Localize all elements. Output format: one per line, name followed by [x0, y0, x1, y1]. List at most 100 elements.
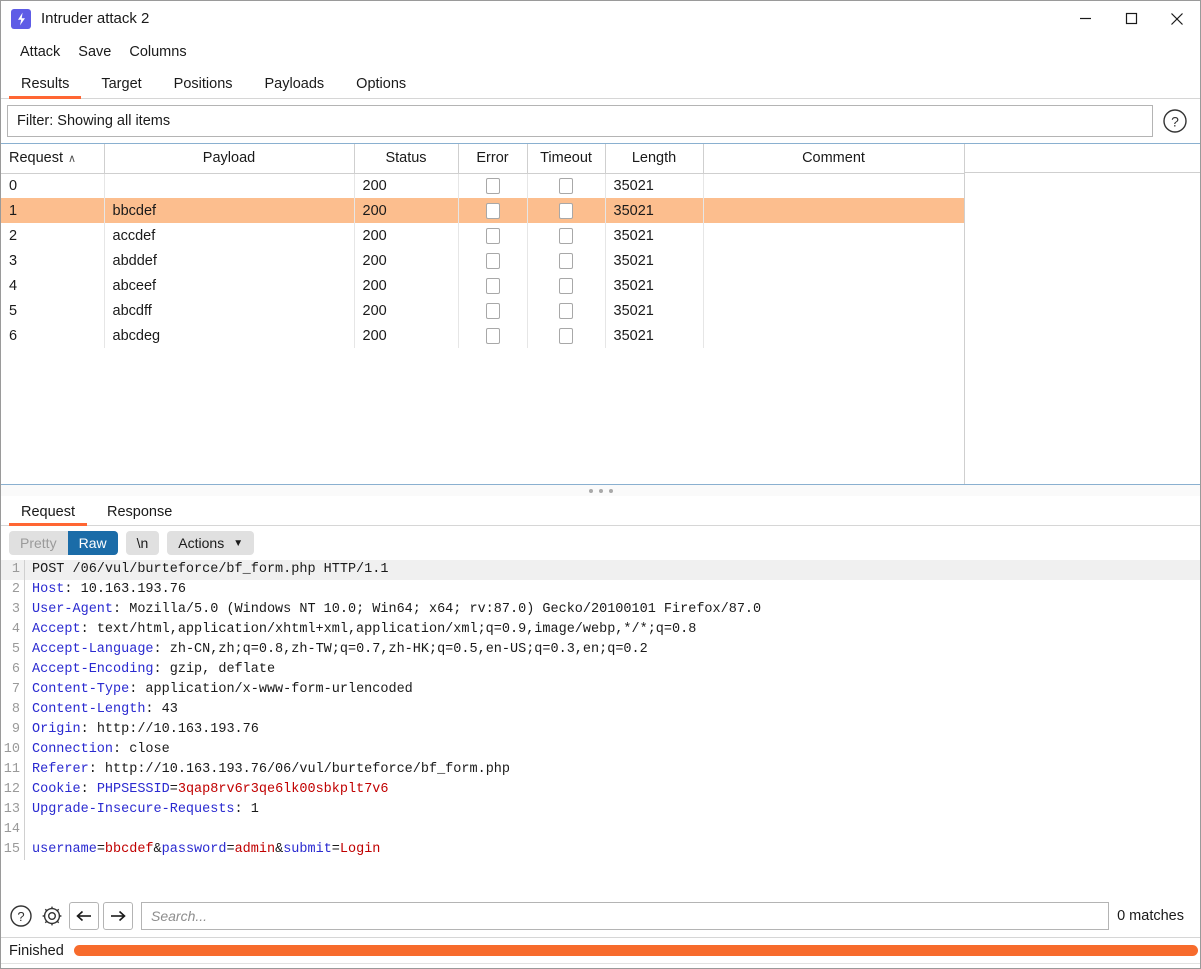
- cell-timeout: [527, 248, 606, 273]
- cell-comment: [703, 298, 965, 323]
- timeout-checkbox[interactable]: [559, 227, 573, 244]
- splitter-dot: [588, 488, 593, 493]
- table-row[interactable]: 4 abceef 200 35021: [1, 273, 965, 298]
- cell-comment: [703, 198, 965, 223]
- filter-bar: Filter: Showing all items ?: [1, 99, 1200, 143]
- cell-payload: abceef: [104, 273, 355, 298]
- minimize-icon[interactable]: [1062, 2, 1108, 36]
- line-number: 5: [1, 640, 25, 660]
- line-text: username=bbcdef&password=admin&submit=Lo…: [32, 842, 381, 857]
- tab-positions[interactable]: Positions: [158, 76, 249, 99]
- column-header-timeout[interactable]: Timeout: [527, 144, 606, 174]
- raw-button[interactable]: Raw: [67, 531, 118, 555]
- search-forward-button[interactable]: [103, 902, 133, 930]
- column-header-request[interactable]: Request ∧: [1, 144, 105, 174]
- panel-splitter[interactable]: [1, 484, 1200, 496]
- timeout-checkbox[interactable]: [559, 177, 573, 194]
- cell-comment: [703, 273, 965, 298]
- table-row[interactable]: 6 abcdeg 200 35021: [1, 323, 965, 348]
- close-icon[interactable]: [1154, 2, 1200, 36]
- tab-options[interactable]: Options: [340, 76, 422, 99]
- error-checkbox[interactable]: [485, 227, 500, 244]
- column-header-status[interactable]: Status: [354, 144, 459, 174]
- timeout-checkbox[interactable]: [559, 327, 573, 344]
- menu-item-attack[interactable]: Attack: [11, 42, 69, 62]
- search-match-count: 0 matches: [1117, 908, 1184, 924]
- gear-icon[interactable]: [38, 902, 66, 930]
- line-number: 8: [1, 700, 25, 720]
- line-number: 2: [1, 580, 25, 600]
- menu-item-columns[interactable]: Columns: [120, 42, 195, 62]
- help-circle-icon[interactable]: ?: [7, 902, 35, 930]
- request-line: 4 Accept: text/html,application/xhtml+xml…: [1, 620, 1200, 640]
- search-back-button[interactable]: [69, 902, 99, 930]
- error-checkbox[interactable]: [485, 252, 500, 269]
- cell-request: 4: [1, 273, 105, 298]
- table-row[interactable]: 5 abcdff 200 35021: [1, 298, 965, 323]
- chevron-down-icon: ▼: [233, 537, 244, 549]
- filter-input[interactable]: Filter: Showing all items: [7, 105, 1153, 137]
- column-label-request: Request: [9, 150, 64, 167]
- cell-length: 35021: [605, 173, 704, 198]
- search-input[interactable]: Search...: [141, 902, 1110, 930]
- cell-payload: accdef: [104, 223, 355, 248]
- table-row[interactable]: 3 abddef 200 35021: [1, 248, 965, 273]
- cell-request: 0: [1, 173, 105, 198]
- column-header-payload[interactable]: Payload: [104, 144, 355, 174]
- cell-error: [458, 273, 528, 298]
- tab-results[interactable]: Results: [5, 76, 85, 99]
- line-text: Host: 10.163.193.76: [32, 582, 186, 597]
- column-header-length[interactable]: Length: [605, 144, 704, 174]
- column-header-comment[interactable]: Comment: [703, 144, 965, 174]
- help-circle-icon[interactable]: ?: [1162, 108, 1188, 134]
- cell-request: 5: [1, 298, 105, 323]
- cell-error: [458, 298, 528, 323]
- maximize-icon[interactable]: [1108, 2, 1154, 36]
- error-checkbox[interactable]: [485, 302, 500, 319]
- cell-timeout: [527, 273, 606, 298]
- actions-label: Actions: [178, 535, 225, 551]
- actions-button[interactable]: Actions ▼: [167, 531, 255, 555]
- newline-button[interactable]: \n: [125, 531, 160, 555]
- error-checkbox[interactable]: [485, 327, 500, 344]
- tab-payloads[interactable]: Payloads: [249, 76, 341, 99]
- cell-comment: [703, 173, 965, 198]
- request-editor[interactable]: 1 POST /06/vul/burteforce/bf_form.php HTT…: [1, 560, 1200, 895]
- line-text: Content-Type: application/x-www-form-url…: [32, 682, 413, 697]
- error-checkbox[interactable]: [485, 177, 500, 194]
- table-row[interactable]: 1 bbcdef 200 35021: [1, 198, 965, 223]
- cell-timeout: [527, 223, 606, 248]
- error-checkbox[interactable]: [485, 202, 500, 219]
- timeout-checkbox[interactable]: [559, 252, 573, 269]
- request-line: 11 Referer: http://10.163.193.76/06/vul/b…: [1, 760, 1200, 780]
- line-text: Upgrade-Insecure-Requests: 1: [32, 802, 259, 817]
- timeout-checkbox[interactable]: [559, 277, 573, 294]
- status-bar: Finished: [1, 937, 1200, 963]
- message-view-toolbar: Pretty Raw \n Actions ▼: [1, 526, 1200, 560]
- error-checkbox[interactable]: [485, 277, 500, 294]
- results-table-container[interactable]: Request ∧ Payload Status Error Timeout Le…: [1, 143, 1200, 484]
- line-number: 7: [1, 680, 25, 700]
- timeout-checkbox[interactable]: [559, 202, 573, 219]
- line-text: [25, 820, 32, 840]
- cell-timeout: [527, 198, 606, 223]
- line-number: 12: [1, 780, 25, 800]
- cell-payload: [104, 173, 355, 198]
- menu-item-save[interactable]: Save: [69, 42, 120, 62]
- table-row[interactable]: 2 accdef 200 35021: [1, 223, 965, 248]
- sort-asc-icon: ∧: [68, 153, 77, 166]
- request-line: 3 User-Agent: Mozilla/5.0 (Windows NT 10.…: [1, 600, 1200, 620]
- cell-payload: abcdeg: [104, 323, 355, 348]
- line-number: 9: [1, 720, 25, 740]
- cell-length: 35021: [605, 198, 704, 223]
- cell-payload: abddef: [104, 248, 355, 273]
- cell-timeout: [527, 173, 606, 198]
- timeout-checkbox[interactable]: [559, 302, 573, 319]
- pretty-button[interactable]: Pretty: [9, 531, 68, 555]
- tab-request[interactable]: Request: [5, 504, 91, 526]
- cell-status: 200: [354, 198, 459, 223]
- tab-target[interactable]: Target: [85, 76, 157, 99]
- column-header-error[interactable]: Error: [458, 144, 528, 174]
- tab-response[interactable]: Response: [91, 504, 188, 526]
- table-row[interactable]: 0 200 35021: [1, 173, 965, 198]
